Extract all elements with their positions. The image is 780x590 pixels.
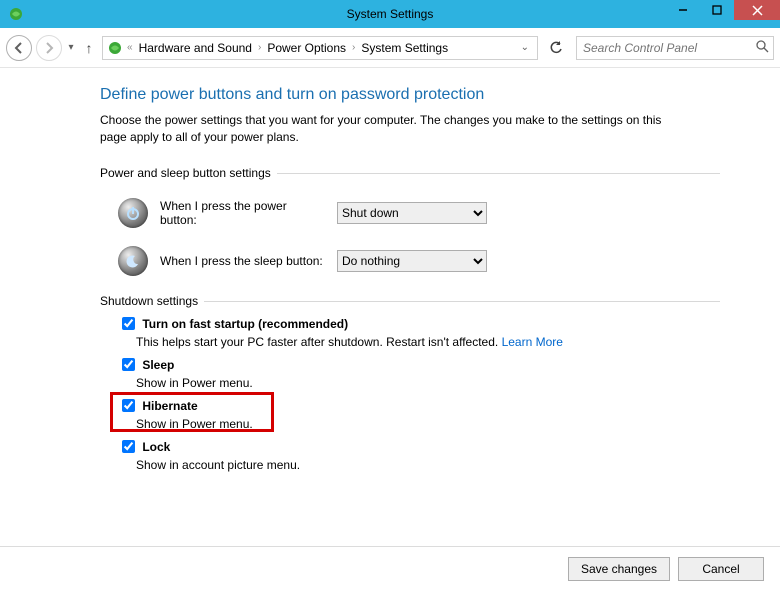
footer: Save changes Cancel [0,546,780,590]
cancel-button[interactable]: Cancel [678,557,764,581]
breadcrumb-item[interactable]: Hardware and Sound [137,41,254,55]
power-button-label: When I press the power button: [160,199,325,227]
sleep-icon [118,246,148,276]
lock-label: Lock [142,440,170,454]
lock-desc: Show in account picture menu. [136,458,720,472]
sleep-button-label: When I press the sleep button: [160,254,325,268]
sleep-label: Sleep [142,358,174,372]
search-icon[interactable] [751,40,773,56]
power-icon [118,198,148,228]
learn-more-link[interactable]: Learn More [502,335,563,349]
close-button[interactable] [734,0,780,20]
hibernate-desc: Show in Power menu. [136,417,720,431]
breadcrumb-dropdown[interactable]: ⌄ [517,42,533,53]
maximize-button[interactable] [700,0,734,20]
sleep-checkbox[interactable] [122,358,135,371]
search-box[interactable] [576,36,774,60]
window-title: System Settings [0,7,780,21]
sleep-button-row: When I press the sleep button: Do nothin… [118,246,720,276]
fast-startup-checkbox[interactable] [122,317,135,330]
hibernate-label: Hibernate [142,399,197,413]
up-button[interactable]: ↑ [80,40,98,56]
refresh-button[interactable] [544,36,568,60]
page-description: Choose the power settings that you want … [100,112,670,146]
section-shutdown-header: Shutdown settings [100,294,720,308]
fast-startup-item: Turn on fast startup (recommended) This … [118,314,720,349]
sleep-button-select[interactable]: Do nothing [337,250,487,272]
sleep-item: Sleep Show in Power menu. [118,355,720,390]
back-button[interactable] [6,35,32,61]
window-controls [666,0,780,20]
save-button[interactable]: Save changes [568,557,670,581]
nav-toolbar: ▾ ↑ « Hardware and Sound › Power Options… [0,28,780,68]
breadcrumb-item[interactable]: Power Options [265,41,348,55]
lock-checkbox[interactable] [122,440,135,453]
breadcrumb[interactable]: « Hardware and Sound › Power Options › S… [102,36,538,60]
fast-startup-label: Turn on fast startup (recommended) [142,317,348,331]
content-area: Define power buttons and turn on passwor… [0,68,780,472]
power-button-select[interactable]: Shut down [337,202,487,224]
minimize-button[interactable] [666,0,700,20]
title-bar: System Settings [0,0,780,28]
hibernate-item: Hibernate Show in Power menu. [118,396,720,431]
app-icon [8,6,24,22]
page-title: Define power buttons and turn on passwor… [100,86,720,104]
search-input[interactable] [577,41,751,55]
section-power-header: Power and sleep button settings [100,166,720,180]
fast-startup-desc: This helps start your PC faster after sh… [136,335,720,349]
chevron-right-icon: › [350,42,357,53]
hibernate-checkbox[interactable] [122,399,135,412]
lock-item: Lock Show in account picture menu. [118,437,720,472]
shutdown-settings-list: Turn on fast startup (recommended) This … [118,314,720,472]
control-panel-icon [107,40,123,56]
sleep-desc: Show in Power menu. [136,376,720,390]
power-button-row: When I press the power button: Shut down [118,198,720,228]
recent-locations-dropdown[interactable]: ▾ [66,42,76,53]
breadcrumb-item[interactable]: System Settings [359,41,450,55]
forward-button[interactable] [36,35,62,61]
breadcrumb-root-sep: « [125,42,135,53]
chevron-right-icon: › [256,42,263,53]
